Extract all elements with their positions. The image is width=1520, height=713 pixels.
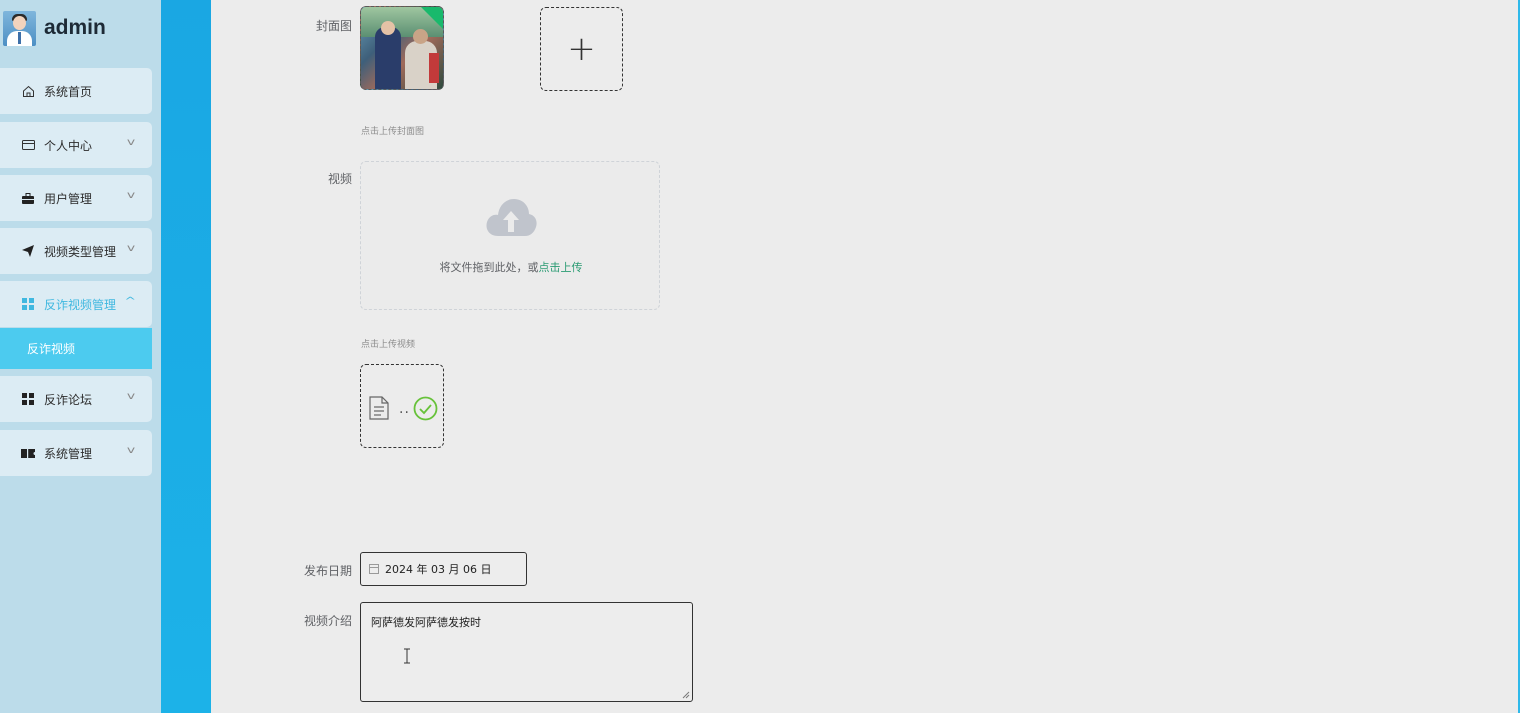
resize-handle-icon[interactable] bbox=[682, 691, 690, 699]
document-icon bbox=[369, 396, 389, 420]
ticket-icon bbox=[21, 446, 35, 460]
sidebar-item-label: 系统首页 bbox=[44, 84, 93, 99]
check-circle-icon bbox=[413, 396, 438, 421]
cloud-upload-icon bbox=[486, 199, 537, 236]
dropzone-hint: 将文件拖到此处，或 bbox=[439, 261, 539, 274]
sidebar-item-personal[interactable]: 个人中心 v bbox=[0, 122, 152, 168]
cover-label: 封面图 bbox=[315, 19, 352, 33]
home-icon bbox=[21, 84, 35, 98]
sidebar-item-home[interactable]: 系统首页 bbox=[0, 68, 152, 114]
cover-tip: 点击上传封面图 bbox=[361, 127, 425, 137]
chevron-down-icon: v bbox=[126, 190, 136, 201]
sidebar-item-label: 反诈视频管理 bbox=[44, 297, 117, 312]
calendar-icon bbox=[369, 564, 379, 574]
chevron-down-icon: v bbox=[126, 243, 136, 254]
dropzone-text: 将文件拖到此处，或点击上传 bbox=[361, 259, 661, 275]
chevron-down-icon: v bbox=[126, 445, 136, 456]
sidebar-item-users[interactable]: 用户管理 v bbox=[0, 175, 152, 221]
card-icon bbox=[21, 138, 35, 152]
sidebar: admin 系统首页 个人中心 v 用户管理 v 视频类型管理 v 反诈视频管理… bbox=[0, 0, 161, 713]
cover-image-thumbnail[interactable] bbox=[360, 6, 444, 90]
sidebar-item-fraud-videos[interactable]: 反诈视频管理 ^ bbox=[0, 281, 152, 327]
grid-icon bbox=[21, 297, 35, 311]
intro-label: 视频介绍 bbox=[303, 614, 352, 628]
sidebar-subitem-fraud-video[interactable]: 反诈视频 bbox=[0, 328, 152, 369]
publish-date-label: 发布日期 bbox=[303, 564, 352, 578]
briefcase-icon bbox=[21, 191, 35, 205]
brand: admin bbox=[3, 10, 106, 46]
sidebar-item-label: 视频类型管理 bbox=[44, 244, 117, 259]
text-cursor-icon bbox=[404, 648, 410, 664]
sidebar-item-label: 用户管理 bbox=[44, 191, 93, 206]
video-dropzone[interactable]: 将文件拖到此处，或点击上传 bbox=[360, 161, 660, 310]
add-cover-button[interactable]: + bbox=[540, 7, 623, 91]
send-icon bbox=[21, 244, 35, 258]
sidebar-item-label: 反诈论坛 bbox=[44, 392, 93, 407]
sidebar-subitem-label: 反诈视频 bbox=[27, 342, 76, 356]
chevron-down-icon: v bbox=[126, 391, 136, 402]
sidebar-item-system[interactable]: 系统管理 v bbox=[0, 430, 152, 476]
video-label: 视频 bbox=[327, 172, 352, 186]
sidebar-item-label: 个人中心 bbox=[44, 138, 93, 153]
chevron-down-icon: v bbox=[126, 137, 136, 148]
file-name: .. bbox=[399, 401, 410, 417]
decorative-stripe bbox=[161, 0, 211, 713]
chevron-up-icon: ^ bbox=[123, 296, 136, 307]
sidebar-item-video-types[interactable]: 视频类型管理 v bbox=[0, 228, 152, 274]
intro-value: 阿萨德发阿萨德发按时 bbox=[371, 616, 481, 629]
sidebar-item-label: 系统管理 bbox=[44, 446, 93, 461]
upload-link[interactable]: 点击上传 bbox=[539, 261, 583, 274]
avatar[interactable] bbox=[3, 10, 36, 46]
uploaded-video-file[interactable]: .. bbox=[360, 364, 444, 448]
sidebar-item-forum[interactable]: 反诈论坛 v bbox=[0, 376, 152, 422]
publish-date-input[interactable]: 2024 年 03 月 06 日 bbox=[360, 552, 527, 586]
user-name: admin bbox=[44, 16, 106, 39]
plus-icon: + bbox=[567, 29, 596, 69]
grid-icon bbox=[21, 392, 35, 406]
video-tip: 点击上传视频 bbox=[361, 340, 416, 350]
publish-date-value: 2024 年 03 月 06 日 bbox=[385, 563, 492, 576]
